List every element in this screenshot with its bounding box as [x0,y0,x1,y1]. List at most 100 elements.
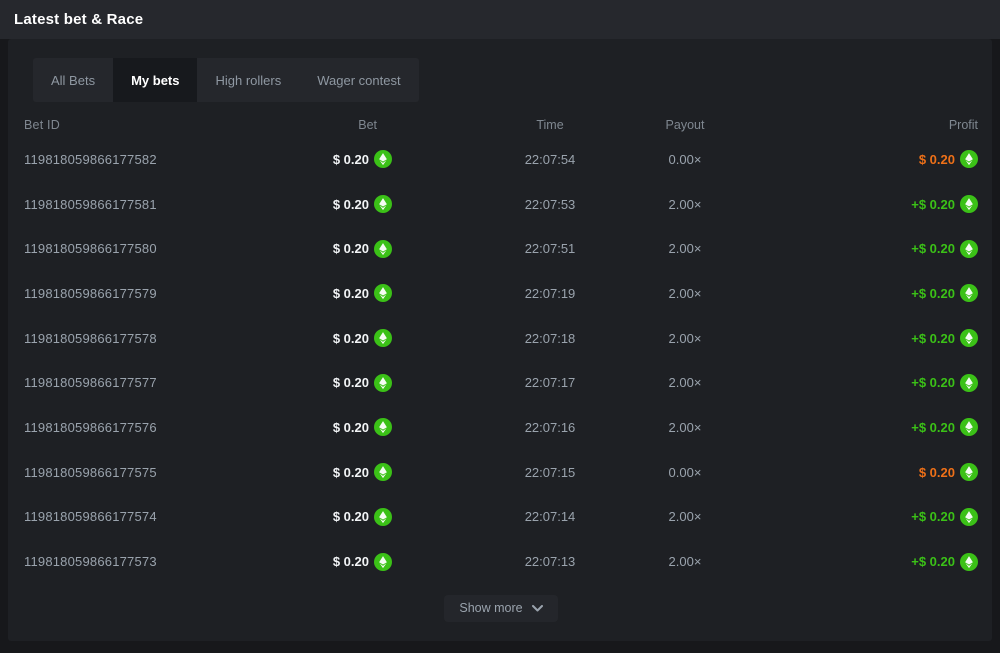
profit-amount: $ 0.20 [919,465,955,480]
column-header-bet-id: Bet ID [24,118,268,132]
eth-coin-icon [960,508,978,526]
bet-id-cell: 119818059866177579 [24,286,268,301]
profit-amount: +$ 0.20 [911,241,955,256]
table-row[interactable]: 119818059866177579 $ 0.20 22:07:19 2.00×… [24,271,978,316]
show-more-button[interactable]: Show more [444,595,557,622]
bet-amount: $ 0.20 [333,286,369,301]
profit-amount: +$ 0.20 [911,554,955,569]
payout-cell: 2.00× [645,331,725,346]
payout-cell: 2.00× [645,554,725,569]
eth-coin-icon [960,553,978,571]
payout-cell: 2.00× [645,375,725,390]
payout-cell: 2.00× [645,420,725,435]
table-row[interactable]: 119818059866177576 $ 0.20 22:07:16 2.00×… [24,405,978,450]
tab-wager-contest[interactable]: Wager contest [299,58,418,102]
bet-time-cell: 22:07:51 [460,241,640,256]
eth-coin-icon [374,329,392,347]
bet-amount-cell: $ 0.20 [268,463,392,481]
payout-cell: 2.00× [645,197,725,212]
tab-all-bets[interactable]: All Bets [33,58,113,102]
profit-amount: +$ 0.20 [911,197,955,212]
profit-cell: +$ 0.20 [725,284,978,302]
profit-cell: +$ 0.20 [725,553,978,571]
profit-cell: +$ 0.20 [725,508,978,526]
table-header-row: Bet ID Bet Time Payout Profit [24,112,978,137]
bet-amount: $ 0.20 [333,465,369,480]
bet-amount: $ 0.20 [333,554,369,569]
profit-cell: +$ 0.20 [725,195,978,213]
table-row[interactable]: 119818059866177578 $ 0.20 22:07:18 2.00×… [24,316,978,361]
tab-high-rollers[interactable]: High rollers [197,58,299,102]
profit-amount: +$ 0.20 [911,286,955,301]
table-row[interactable]: 119818059866177580 $ 0.20 22:07:51 2.00×… [24,226,978,271]
bet-time-cell: 22:07:54 [460,152,640,167]
bet-amount-cell: $ 0.20 [268,150,392,168]
profit-cell: +$ 0.20 [725,329,978,347]
eth-coin-icon [374,418,392,436]
table-row[interactable]: 119818059866177582 $ 0.20 22:07:54 0.00×… [24,137,978,182]
eth-coin-icon [960,240,978,258]
eth-coin-icon [374,240,392,258]
bet-time-cell: 22:07:18 [460,331,640,346]
payout-cell: 2.00× [645,509,725,524]
table-row[interactable]: 119818059866177577 $ 0.20 22:07:17 2.00×… [24,360,978,405]
eth-coin-icon [960,150,978,168]
profit-cell: $ 0.20 [725,463,978,481]
column-header-profit: Profit [725,118,978,132]
eth-coin-icon [374,150,392,168]
table-row[interactable]: 119818059866177574 $ 0.20 22:07:14 2.00×… [24,495,978,540]
eth-coin-icon [374,463,392,481]
profit-cell: +$ 0.20 [725,240,978,258]
bet-time-cell: 22:07:17 [460,375,640,390]
profit-amount: +$ 0.20 [911,420,955,435]
table-row[interactable]: 119818059866177573 $ 0.20 22:07:13 2.00×… [24,539,978,584]
eth-coin-icon [374,284,392,302]
bet-id-cell: 119818059866177581 [24,197,268,212]
profit-amount: $ 0.20 [919,152,955,167]
bet-amount-cell: $ 0.20 [268,195,392,213]
bet-amount: $ 0.20 [333,197,369,212]
bet-time-cell: 22:07:53 [460,197,640,212]
bet-id-cell: 119818059866177580 [24,241,268,256]
bets-table-body: 119818059866177582 $ 0.20 22:07:54 0.00×… [24,137,978,584]
column-header-time: Time [460,118,640,132]
eth-coin-icon [960,463,978,481]
profit-amount: +$ 0.20 [911,375,955,390]
section-header: Latest bet & Race [0,0,1000,39]
bet-id-cell: 119818059866177574 [24,509,268,524]
eth-coin-icon [374,553,392,571]
eth-coin-icon [960,284,978,302]
bet-id-cell: 119818059866177582 [24,152,268,167]
bet-amount-cell: $ 0.20 [268,374,392,392]
bet-amount-cell: $ 0.20 [268,553,392,571]
eth-coin-icon [374,195,392,213]
bet-time-cell: 22:07:14 [460,509,640,524]
latest-bets-panel: All BetsMy betsHigh rollersWager contest… [8,39,992,641]
bet-time-cell: 22:07:19 [460,286,640,301]
payout-cell: 2.00× [645,286,725,301]
bet-time-cell: 22:07:13 [460,554,640,569]
profit-amount: +$ 0.20 [911,331,955,346]
bet-id-cell: 119818059866177578 [24,331,268,346]
profit-amount: +$ 0.20 [911,509,955,524]
eth-coin-icon [374,374,392,392]
bet-amount-cell: $ 0.20 [268,284,392,302]
tab-my-bets[interactable]: My bets [113,58,197,102]
page-title: Latest bet & Race [14,11,143,28]
eth-coin-icon [374,508,392,526]
bet-amount-cell: $ 0.20 [268,240,392,258]
eth-coin-icon [960,418,978,436]
table-row[interactable]: 119818059866177581 $ 0.20 22:07:53 2.00×… [24,182,978,227]
profit-cell: +$ 0.20 [725,418,978,436]
bet-amount: $ 0.20 [333,420,369,435]
bet-amount: $ 0.20 [333,152,369,167]
bet-amount-cell: $ 0.20 [268,418,392,436]
show-more-label: Show more [459,601,522,615]
eth-coin-icon [960,374,978,392]
bet-amount: $ 0.20 [333,509,369,524]
column-header-bet: Bet [268,118,392,132]
bet-id-cell: 119818059866177577 [24,375,268,390]
payout-cell: 0.00× [645,465,725,480]
table-row[interactable]: 119818059866177575 $ 0.20 22:07:15 0.00×… [24,450,978,495]
column-header-payout: Payout [645,118,725,132]
